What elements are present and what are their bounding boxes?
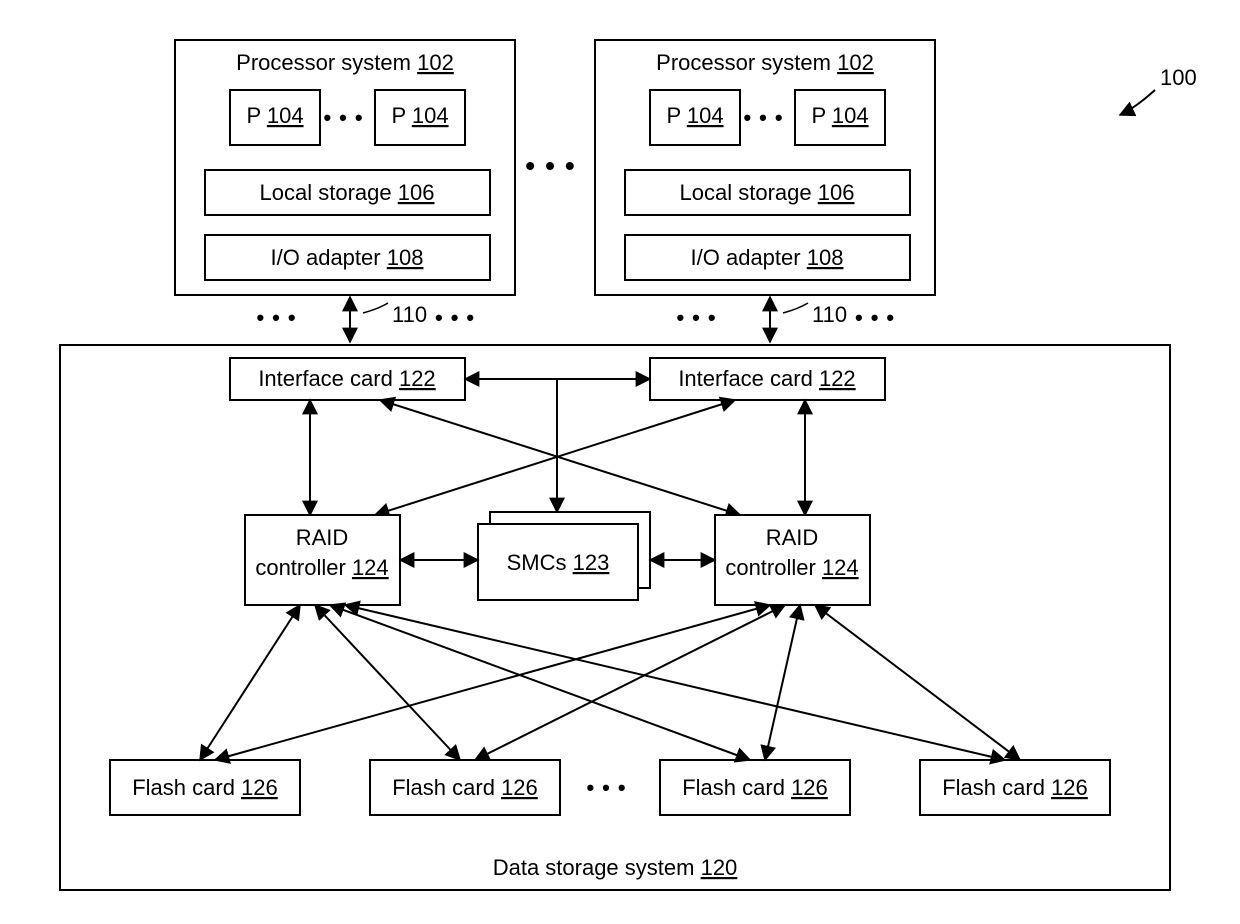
svg-text:P 104: P 104: [811, 103, 868, 128]
processor-system-left: Processor system 102 P 104 ••• P 104 Loc…: [175, 40, 515, 295]
processor-system-right: Processor system 102 P 104 ••• P 104 Loc…: [595, 40, 935, 295]
svg-text:•••: •••: [743, 105, 790, 130]
svg-text:Flash card 126: Flash card 126: [942, 775, 1088, 800]
svg-text:P 104: P 104: [666, 103, 723, 128]
smcs: SMCs 123: [478, 512, 650, 600]
svg-text:P 104: P 104: [391, 103, 448, 128]
svg-text:Interface card 122: Interface card 122: [678, 366, 855, 391]
bus-right: ••• 110 •••: [676, 297, 902, 342]
system-diagram: 100 Processor system 102 P 104 ••• P 104…: [0, 0, 1240, 919]
svg-text:SMCs 123: SMCs 123: [507, 550, 610, 575]
svg-text:Local storage 106: Local storage 106: [680, 180, 855, 205]
svg-text:•••: •••: [323, 105, 370, 130]
svg-text:controller 124: controller 124: [255, 555, 388, 580]
svg-text:Flash card 126: Flash card 126: [682, 775, 828, 800]
svg-text:•••: •••: [256, 305, 303, 330]
bus-left: ••• 110 •••: [256, 297, 482, 342]
svg-text:Flash card 126: Flash card 126: [132, 775, 278, 800]
svg-text:110: 110: [392, 302, 427, 327]
svg-text:Processor system 102: Processor system 102: [656, 50, 874, 75]
svg-text:•••: •••: [855, 305, 902, 330]
svg-text:Processor system 102: Processor system 102: [236, 50, 454, 75]
dots-top: •••: [525, 150, 584, 181]
svg-text:110: 110: [812, 302, 847, 327]
svg-text:Interface card 122: Interface card 122: [258, 366, 435, 391]
svg-text:I/O adapter 108: I/O adapter 108: [691, 245, 844, 270]
svg-text:RAID: RAID: [296, 525, 349, 550]
svg-text:controller 124: controller 124: [725, 555, 858, 580]
svg-text:Local storage 106: Local storage 106: [260, 180, 435, 205]
svg-text:•••: •••: [676, 305, 723, 330]
svg-text:P 104: P 104: [246, 103, 303, 128]
svg-text:RAID: RAID: [766, 525, 819, 550]
svg-text:I/O adapter 108: I/O adapter 108: [271, 245, 424, 270]
svg-text:Flash card 126: Flash card 126: [392, 775, 538, 800]
svg-text:•••: •••: [586, 775, 633, 800]
system-ref: 100: [1160, 65, 1197, 90]
svg-text:•••: •••: [435, 305, 482, 330]
dss-label: Data storage system 120: [493, 855, 738, 880]
